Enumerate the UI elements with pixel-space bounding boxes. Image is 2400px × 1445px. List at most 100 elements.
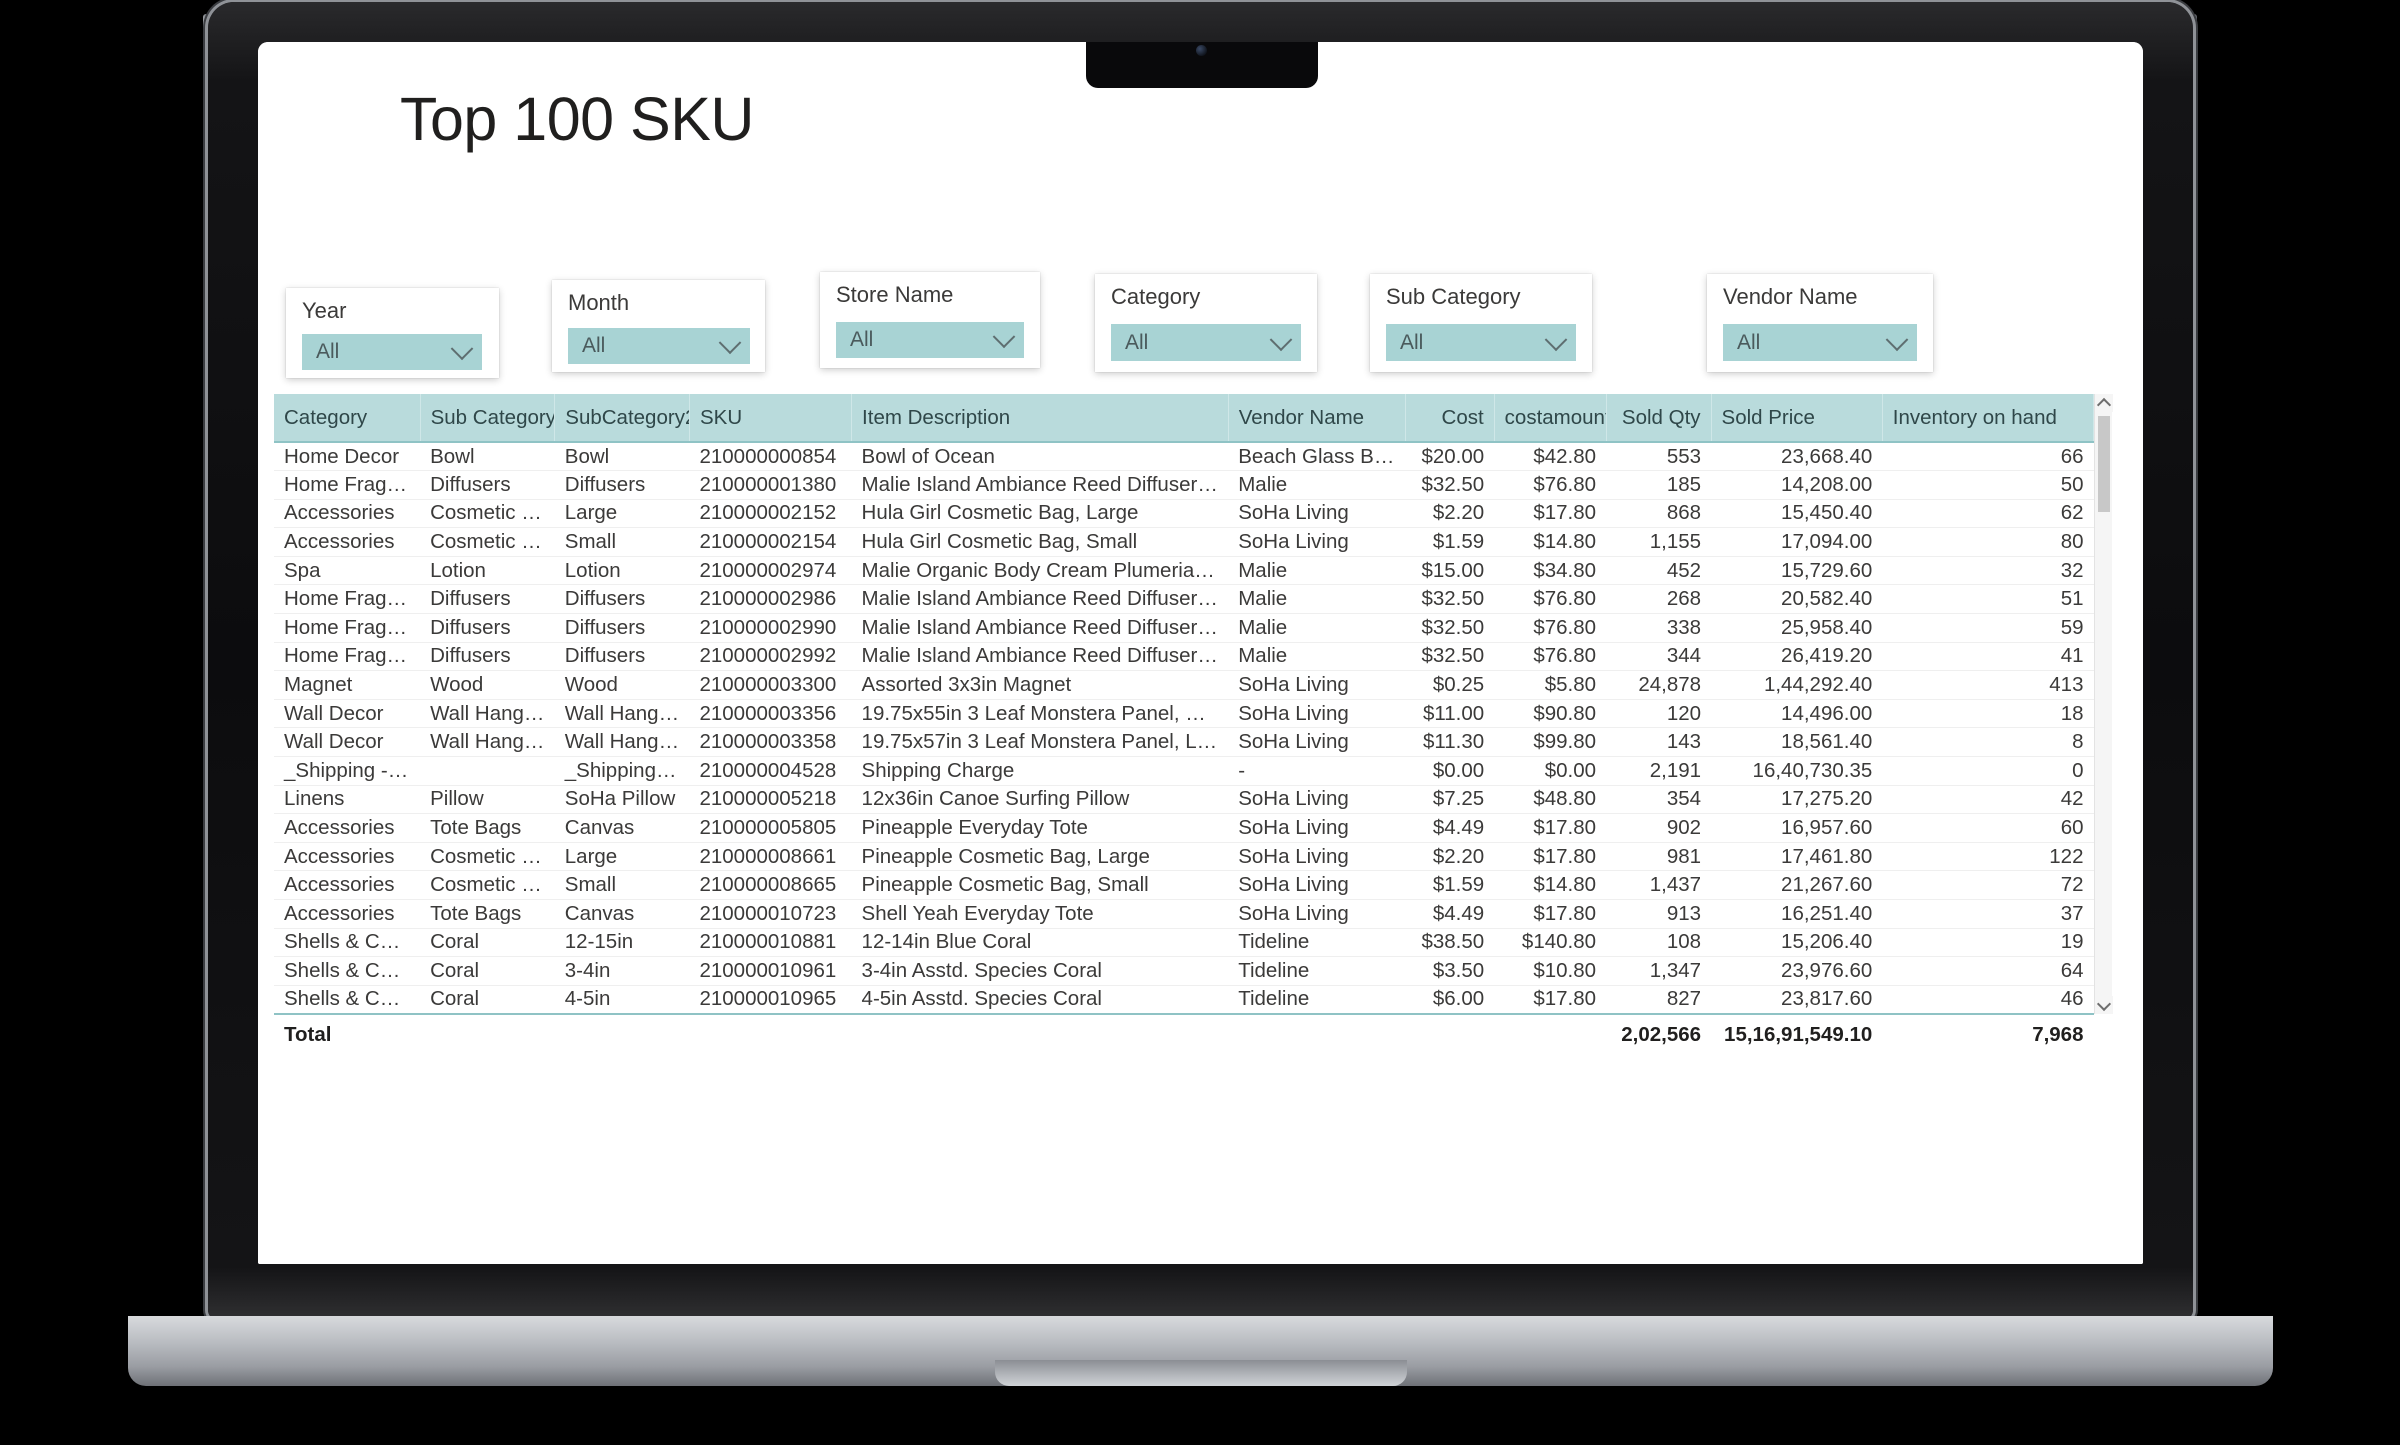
cell-vendor-name: Malie bbox=[1228, 613, 1406, 643]
cell-vendor-name: Beach Glass Bingo bbox=[1228, 442, 1406, 472]
cell-sold-qty: 553 bbox=[1606, 442, 1712, 472]
cell-cost: $4.49 bbox=[1405, 813, 1495, 843]
col-header-vendor-name[interactable]: Vendor Name bbox=[1228, 394, 1406, 442]
table-vertical-scrollbar[interactable] bbox=[2094, 394, 2113, 1014]
chevron-down-icon[interactable] bbox=[1542, 324, 1576, 361]
cell-category: Accessories bbox=[274, 813, 421, 843]
cell-sold-qty: 354 bbox=[1606, 785, 1712, 815]
laptop-base-notch bbox=[995, 1360, 1407, 1386]
cell-vendor-name: Tideline bbox=[1228, 985, 1406, 1015]
table-row[interactable]: _Shipping - COG _Shipping - C...210000004… bbox=[274, 756, 2094, 786]
table-footer: Total 2,02,566 15,16,91,549.10 7,968 bbox=[274, 1012, 2094, 1056]
cell-sold-price: 14,496.00 bbox=[1711, 699, 1883, 729]
col-header-sold-price[interactable]: Sold Price bbox=[1711, 394, 1883, 442]
cell-sold-price: 23,817.60 bbox=[1711, 985, 1883, 1015]
cell-item-description: Pineapple Cosmetic Bag, Large bbox=[851, 842, 1229, 872]
total-blank-1 bbox=[420, 1012, 555, 1056]
table-row[interactable]: Home FragranceDiffusersDiffusers21000000… bbox=[274, 470, 2094, 500]
col-header-category[interactable]: Category bbox=[274, 394, 421, 442]
total-blank-7 bbox=[1494, 1012, 1607, 1056]
cell-category: Shells & Coral bbox=[274, 956, 421, 986]
col-header-sold-qty[interactable]: Sold Qty bbox=[1606, 394, 1712, 442]
cell-inventory-on-hand: 122 bbox=[1882, 842, 2094, 872]
cell-costamount: $0.00 bbox=[1494, 756, 1607, 786]
slicer-month-dropdown[interactable]: All bbox=[568, 328, 750, 364]
cell-cost: $4.49 bbox=[1405, 899, 1495, 929]
col-header-item-description[interactable]: Item Description bbox=[851, 394, 1229, 442]
cell-sub-category1: Cosmetic Bags bbox=[420, 527, 555, 557]
slicer-month-value: All bbox=[582, 334, 606, 357]
chevron-down-icon[interactable] bbox=[448, 334, 482, 370]
table-row[interactable]: Wall Decor Wall Hanging Wall Hanging 210000… bbox=[274, 727, 2094, 758]
slicer-category[interactable]: Category All bbox=[1095, 274, 1317, 372]
table-row[interactable]: Accessories Cosmetic Bags Large 21000000215… bbox=[274, 499, 2094, 529]
chevron-down-icon[interactable] bbox=[1267, 324, 1301, 361]
table-row[interactable]: Shells & Coral Coral 4-5in 210000010965 4-5i… bbox=[274, 985, 2094, 1015]
table-row[interactable]: Home FragranceDiffusersDiffusers21000000… bbox=[274, 613, 2094, 643]
slicer-year[interactable]: Year All bbox=[286, 288, 499, 378]
cell-vendor-name: - bbox=[1228, 756, 1406, 786]
table-total-row: Total 2,02,566 15,16,91,549.10 7,968 bbox=[274, 1012, 2094, 1056]
cell-item-description: Bowl of Ocean bbox=[851, 442, 1229, 472]
slicer-sub-category[interactable]: Sub Category All bbox=[1370, 274, 1592, 372]
cell-costamount: $76.80 bbox=[1494, 642, 1607, 672]
table-row[interactable]: Home FragranceDiffusersDiffusers21000000… bbox=[274, 642, 2094, 672]
table-row[interactable]: Home FragranceDiffusersDiffusers21000000… bbox=[274, 584, 2094, 615]
table-row[interactable]: Accessories Cosmetic Bags Large 21000000866… bbox=[274, 842, 2094, 872]
cell-sold-qty: 120 bbox=[1606, 699, 1712, 729]
slicer-category-dropdown[interactable]: All bbox=[1111, 324, 1301, 361]
cell-cost: $1.59 bbox=[1405, 870, 1495, 900]
table-row[interactable]: Accessories Tote Bags Canvas 210000005805 Pi… bbox=[274, 813, 2094, 843]
slicer-vendor-name[interactable]: Vendor Name All bbox=[1707, 274, 1933, 372]
cell-sub-category2: 12-15in bbox=[554, 928, 690, 958]
slicer-month[interactable]: Month All bbox=[552, 280, 765, 372]
cell-sku: 210000003356 bbox=[689, 699, 852, 729]
col-header-sub-category1[interactable]: Sub Category1 bbox=[420, 394, 556, 442]
cell-sub-category1: Tote Bags bbox=[420, 813, 555, 843]
total-inventory-on-hand: 7,968 bbox=[1882, 1012, 2094, 1056]
slicer-vendor-name-dropdown[interactable]: All bbox=[1723, 324, 1917, 361]
table-row[interactable]: Linens Pillow SoHa Pillow 210000005218 12x36… bbox=[274, 785, 2094, 815]
table-row[interactable]: Magnet Wood Wood 210000003300 Assorted 3x3in… bbox=[274, 670, 2094, 700]
cell-sub-category1: Cosmetic Bags bbox=[420, 842, 555, 872]
total-sold-qty: 2,02,566 bbox=[1606, 1012, 1712, 1056]
chevron-down-icon[interactable] bbox=[716, 328, 750, 364]
scroll-up-arrow-icon[interactable] bbox=[2095, 394, 2113, 412]
cell-sub-category2: Diffusers bbox=[554, 613, 690, 643]
cell-costamount: $42.80 bbox=[1494, 442, 1607, 472]
scroll-down-arrow-icon[interactable] bbox=[2095, 996, 2113, 1014]
table-row[interactable]: Accessories Tote Bags Canvas 210000010723 Sh… bbox=[274, 899, 2094, 929]
cell-cost: $11.00 bbox=[1405, 699, 1495, 729]
cell-inventory-on-hand: 64 bbox=[1882, 956, 2094, 986]
col-header-sub-category2[interactable]: SubCategory2 bbox=[554, 394, 690, 442]
col-header-inventory-on-hand[interactable]: Inventory on hand bbox=[1882, 394, 2095, 442]
table-row[interactable]: Accessories Cosmetic Bags Small 21000000215… bbox=[274, 527, 2094, 557]
cell-costamount: $90.80 bbox=[1494, 699, 1607, 729]
cell-sub-category1: Lotion bbox=[420, 556, 555, 586]
table-row[interactable]: Home Decor Bowl Bowl 210000000854 Bowl of Oc… bbox=[274, 442, 2094, 472]
slicer-sub-category-dropdown[interactable]: All bbox=[1386, 324, 1576, 361]
report-canvas: Top 100 SKU Year All Month All Store Nam… bbox=[258, 42, 2143, 1264]
cell-sub-category1: Wall Hanging bbox=[420, 699, 555, 729]
table-row[interactable]: Accessories Cosmetic Bags Small 21000000866… bbox=[274, 870, 2094, 900]
slicer-store-name[interactable]: Store Name All bbox=[820, 272, 1040, 368]
table-row[interactable]: Shells & Coral Coral 12-15in 210000010881 12… bbox=[274, 928, 2094, 958]
cell-cost: $32.50 bbox=[1405, 613, 1495, 643]
table-row[interactable]: Shells & Coral Coral 3-4in 210000010961 3-4i… bbox=[274, 956, 2094, 986]
slicer-year-dropdown[interactable]: All bbox=[302, 334, 482, 370]
chevron-down-icon[interactable] bbox=[1883, 324, 1917, 361]
col-header-cost[interactable]: Cost bbox=[1405, 394, 1495, 442]
cell-sku: 210000002992 bbox=[689, 642, 852, 672]
cell-sub-category2: _Shipping - C... bbox=[554, 756, 690, 786]
table-row[interactable]: Spa Lotion Lotion 210000002974 Malie Organic… bbox=[274, 556, 2094, 586]
table-row[interactable]: Wall Decor Wall Hanging Wall Hanging 210000… bbox=[274, 699, 2094, 729]
chevron-down-icon[interactable] bbox=[990, 322, 1024, 358]
col-header-sku[interactable]: SKU bbox=[689, 394, 853, 442]
slicer-store-name-dropdown[interactable]: All bbox=[836, 322, 1024, 358]
slicer-vendor-name-label: Vendor Name bbox=[1723, 284, 1858, 309]
cell-sub-category1: Pillow bbox=[420, 785, 555, 815]
col-header-costamount[interactable]: costamount bbox=[1494, 394, 1607, 442]
cell-cost: $20.00 bbox=[1405, 442, 1495, 472]
scrollbar-thumb[interactable] bbox=[2098, 416, 2110, 512]
cell-item-description: 3-4in Asstd. Species Coral bbox=[851, 956, 1229, 986]
